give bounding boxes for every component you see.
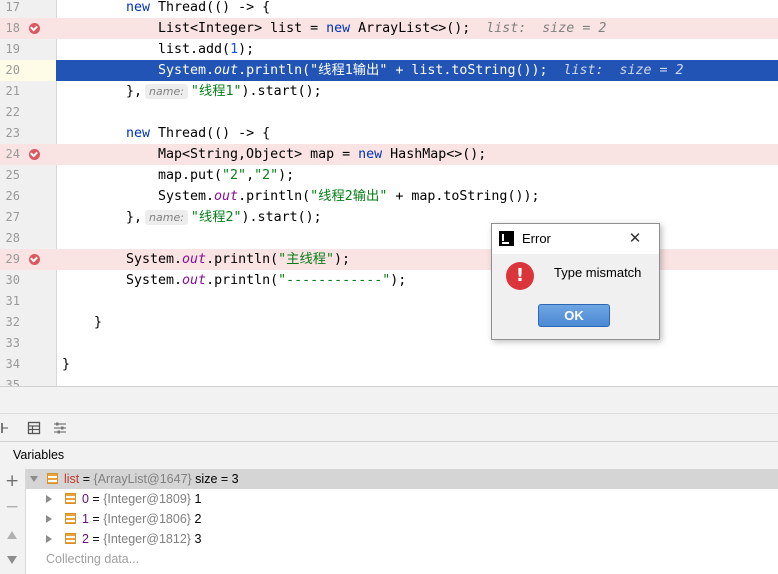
code-line-33[interactable]: 33 bbox=[0, 333, 778, 354]
close-icon[interactable]: ✕ bbox=[625, 228, 645, 248]
code-line-17[interactable]: 17 new Thread(() -> { bbox=[0, 0, 778, 18]
breakpoint-icon[interactable] bbox=[29, 254, 40, 265]
breakpoint-icon[interactable] bbox=[29, 23, 40, 34]
inline-debug-value: list: size = 2 bbox=[563, 63, 684, 78]
variable-label: 0 = {Integer@1809} 1 bbox=[82, 492, 202, 506]
code-text: map.put("2","2"); bbox=[158, 168, 295, 183]
field-icon bbox=[47, 473, 58, 484]
inline-debug-value: list: size = 2 bbox=[486, 21, 607, 36]
add-watch-button[interactable]: + bbox=[5, 471, 19, 491]
line-number: 20 bbox=[0, 60, 56, 81]
parameter-hint: name: bbox=[145, 210, 188, 225]
line-number: 35 bbox=[5, 378, 20, 386]
dialog-body: ! Type mismatch OK bbox=[492, 254, 659, 339]
line-number: 34 bbox=[5, 357, 20, 371]
breakpoint-icon[interactable] bbox=[29, 149, 40, 160]
line-number: 29 bbox=[5, 252, 20, 266]
move-up-icon[interactable] bbox=[7, 531, 17, 539]
code-line-32[interactable]: 32 } bbox=[0, 312, 778, 333]
line-number: 31 bbox=[5, 294, 20, 308]
code-text: System.out.println("------------"); bbox=[126, 273, 407, 288]
ok-button[interactable]: OK bbox=[538, 304, 610, 327]
code-text: List<Integer> list = new ArrayList<>(); l… bbox=[158, 21, 607, 36]
code-line-34[interactable]: 34 } bbox=[0, 354, 778, 375]
line-number: 25 bbox=[5, 168, 20, 182]
variable-label: 2 = {Integer@1812} 3 bbox=[82, 532, 202, 546]
error-icon: ! bbox=[506, 262, 534, 290]
code-line-23[interactable]: 23 new Thread(() -> { bbox=[0, 123, 778, 144]
code-line-29[interactable]: 29 System.out.println("主线程"); bbox=[0, 249, 778, 270]
dialog-message: Type mismatch bbox=[554, 265, 642, 280]
code-text: System.out.println("线程1输出" + list.toStri… bbox=[158, 63, 684, 78]
code-line-20-current[interactable]: 20 System.out.println("线程1输出" + list.toS… bbox=[0, 60, 778, 81]
intellij-app-icon bbox=[499, 231, 514, 246]
remove-watch-button[interactable]: − bbox=[5, 497, 19, 517]
variable-label: 1 = {Integer@1806} 2 bbox=[82, 512, 202, 526]
line-number: 21 bbox=[5, 84, 20, 98]
line-number: 27 bbox=[5, 210, 20, 224]
code-line-31[interactable]: 31 bbox=[0, 291, 778, 312]
dialog-titlebar[interactable]: Error ✕ bbox=[492, 224, 659, 254]
variables-title: Variables bbox=[13, 448, 65, 462]
expand-arrow-icon[interactable] bbox=[46, 495, 52, 503]
tree-row-item[interactable]: 1 = {Integer@1806} 2 bbox=[26, 509, 778, 529]
code-line-28[interactable]: 28 bbox=[0, 228, 778, 249]
debug-tab-bar bbox=[0, 413, 778, 442]
tree-row-item[interactable]: 2 = {Integer@1812} 3 bbox=[26, 529, 778, 549]
line-number: 23 bbox=[5, 126, 20, 140]
debug-toolbar bbox=[0, 386, 778, 414]
code-text: } bbox=[62, 357, 71, 372]
code-text: System.out.println("主线程"); bbox=[126, 252, 351, 267]
line-number: 30 bbox=[5, 273, 20, 287]
code-text: } bbox=[94, 315, 103, 330]
code-text: new Thread(() -> { bbox=[126, 0, 271, 15]
collapse-arrow-icon[interactable] bbox=[30, 476, 38, 482]
variables-side-toolbar: + − bbox=[0, 469, 26, 574]
code-line-24[interactable]: 24 Map<String,Object> map = new HashMap<… bbox=[0, 144, 778, 165]
code-line-21[interactable]: 21 }, name: "线程1").start(); bbox=[0, 81, 778, 102]
code-text: Map<String,Object> map = new HashMap<>()… bbox=[158, 147, 487, 162]
settings-list-icon[interactable] bbox=[53, 421, 67, 435]
code-line-27[interactable]: 27 }, name: "线程2").start(); bbox=[0, 207, 778, 228]
line-number: 18 bbox=[5, 21, 20, 35]
code-editor[interactable]: 17 new Thread(() -> { 18 List<Integer> l… bbox=[0, 0, 778, 386]
line-number: 28 bbox=[5, 231, 20, 245]
variables-header: Variables bbox=[0, 441, 778, 470]
code-line-26[interactable]: 26 System.out.println("线程2输出" + map.toSt… bbox=[0, 186, 778, 207]
code-line-19[interactable]: 19 list.add(1); bbox=[0, 39, 778, 60]
variable-label: list = {ArrayList@1647} size = 3 bbox=[64, 472, 239, 486]
collecting-data-status: Collecting data... bbox=[46, 552, 140, 566]
code-line-25[interactable]: 25 map.put("2","2"); bbox=[0, 165, 778, 186]
code-text: System.out.println("线程2输出" + map.toStrin… bbox=[158, 189, 540, 204]
line-number: 24 bbox=[5, 147, 20, 161]
code-text: list.add(1); bbox=[158, 42, 255, 57]
code-line-30[interactable]: 30 System.out.println("------------"); bbox=[0, 270, 778, 291]
code-line-18[interactable]: 18 List<Integer> list = new ArrayList<>(… bbox=[0, 18, 778, 39]
line-number: 19 bbox=[5, 42, 20, 56]
line-number: 22 bbox=[5, 105, 20, 119]
cursor-icon[interactable] bbox=[0, 421, 10, 435]
field-icon bbox=[65, 533, 76, 544]
code-text: }, name: "线程1").start(); bbox=[126, 84, 322, 99]
variables-tree[interactable]: list = {ArrayList@1647} size = 3 0 = {In… bbox=[26, 469, 778, 574]
parameter-hint: name: bbox=[145, 84, 188, 99]
expand-arrow-icon[interactable] bbox=[46, 515, 52, 523]
code-line-35[interactable]: 35 bbox=[0, 375, 778, 386]
code-text: }, name: "线程2").start(); bbox=[126, 210, 322, 225]
code-text: new Thread(() -> { bbox=[126, 126, 271, 141]
table-view-icon[interactable] bbox=[27, 421, 41, 435]
move-down-icon[interactable] bbox=[7, 556, 17, 564]
dialog-title: Error bbox=[522, 231, 551, 246]
tree-row-item[interactable]: 0 = {Integer@1809} 1 bbox=[26, 489, 778, 509]
error-dialog[interactable]: Error ✕ ! Type mismatch OK bbox=[491, 223, 660, 340]
tree-row-list[interactable]: list = {ArrayList@1647} size = 3 bbox=[26, 469, 778, 489]
line-number: 32 bbox=[5, 315, 20, 329]
field-icon bbox=[65, 513, 76, 524]
expand-arrow-icon[interactable] bbox=[46, 535, 52, 543]
line-number: 17 bbox=[5, 0, 20, 14]
line-number: 26 bbox=[5, 189, 20, 203]
field-icon bbox=[65, 493, 76, 504]
code-line-22[interactable]: 22 bbox=[0, 102, 778, 123]
line-number: 33 bbox=[5, 336, 20, 350]
